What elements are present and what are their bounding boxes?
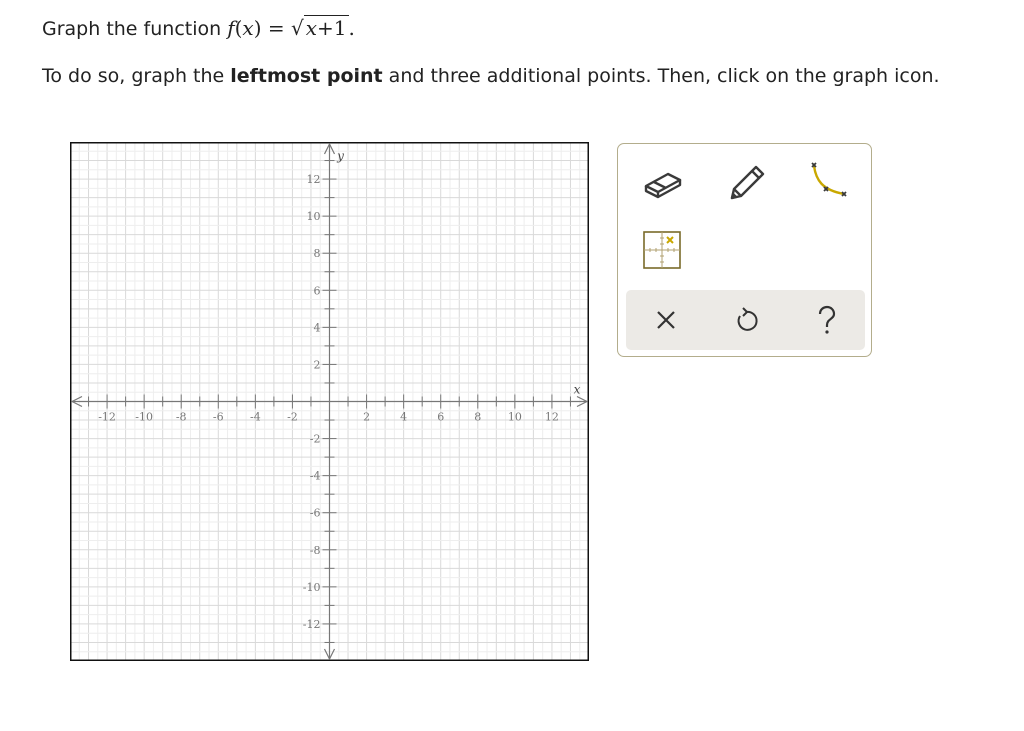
x-tick-label: -10: [135, 411, 153, 424]
question-line-2: To do so, graph the leftmost point and t…: [42, 62, 940, 90]
sqrt-rest: +1: [317, 16, 347, 40]
graph-action-bar: [626, 290, 865, 350]
equals-sign: =: [267, 16, 285, 40]
y-tick-label: -6: [310, 507, 321, 520]
y-tick-label: 4: [314, 321, 321, 334]
x-tick-label: 8: [474, 411, 481, 424]
function-expression: f(x) = √ x+1.: [227, 15, 355, 40]
question-line-1: Graph the function f(x) = √ x+1.: [42, 14, 355, 43]
graph-area[interactable]: -12 -10 -8 -6 -4 -2 2 4 6 8 10 12 12 10 8 6 4 2 -2 -4 -6 -8 -1…: [69, 141, 590, 662]
function-name: f: [227, 16, 235, 40]
undo-button[interactable]: [726, 300, 766, 340]
graph-canvas[interactable]: -12 -10 -8 -6 -4 -2 2 4 6 8 10 12 12 10 8 6 4 2 -2 -4 -6 -8 -1…: [69, 141, 590, 662]
pencil-tool-button[interactable]: [722, 158, 770, 206]
close-icon: [657, 311, 675, 329]
x-tick-label: -12: [98, 411, 116, 424]
point-grid-icon: [643, 231, 681, 269]
instruction-bold: leftmost point: [230, 65, 383, 87]
point-grid-tool-button[interactable]: [638, 226, 686, 274]
question-prefix: Graph the function: [42, 18, 222, 40]
question-mark-icon: [818, 305, 836, 334]
function-variable: x: [242, 16, 254, 40]
sqrt-variable: x: [305, 16, 318, 40]
y-tick-label: 8: [314, 247, 321, 260]
y-tick-label: 6: [314, 284, 321, 297]
x-tick-label: 2: [363, 411, 370, 424]
y-tick-label: -10: [303, 581, 321, 594]
curve-icon: [811, 162, 847, 197]
y-tick-label: -8: [310, 544, 321, 557]
y-tick-label: -4: [310, 470, 321, 483]
instruction-part-2: and three additional points. Then, click…: [382, 65, 940, 87]
square-root: √ x+1: [291, 15, 349, 40]
clear-button[interactable]: [646, 300, 686, 340]
x-tick-label: -8: [176, 411, 187, 424]
x-tick-label: -6: [213, 411, 224, 424]
x-tick-label: -4: [250, 411, 261, 424]
function-period: .: [348, 16, 355, 40]
x-tick-label: -2: [287, 411, 298, 424]
instruction-part-1: To do so, graph the: [42, 65, 231, 87]
x-tick-label: 6: [437, 411, 444, 424]
curve-tool-button[interactable]: [802, 158, 850, 206]
undo-icon: [737, 307, 758, 331]
y-axis-label: y: [336, 149, 344, 163]
x-tick-label: 12: [545, 411, 559, 424]
y-tick-label: -12: [303, 618, 321, 631]
y-tick-label: -2: [310, 433, 321, 446]
help-button[interactable]: [806, 300, 846, 340]
y-tick-label: 10: [307, 210, 321, 223]
eraser-icon: [644, 172, 682, 199]
pencil-icon: [730, 165, 765, 200]
x-axis-label: x: [574, 383, 581, 397]
x-tick-label: 4: [400, 411, 407, 424]
graph-toolbox: [617, 143, 872, 357]
y-tick-label: 12: [307, 173, 321, 186]
y-tick-label: 2: [314, 358, 321, 371]
eraser-tool-button[interactable]: [638, 158, 686, 206]
x-tick-label: 10: [508, 411, 522, 424]
